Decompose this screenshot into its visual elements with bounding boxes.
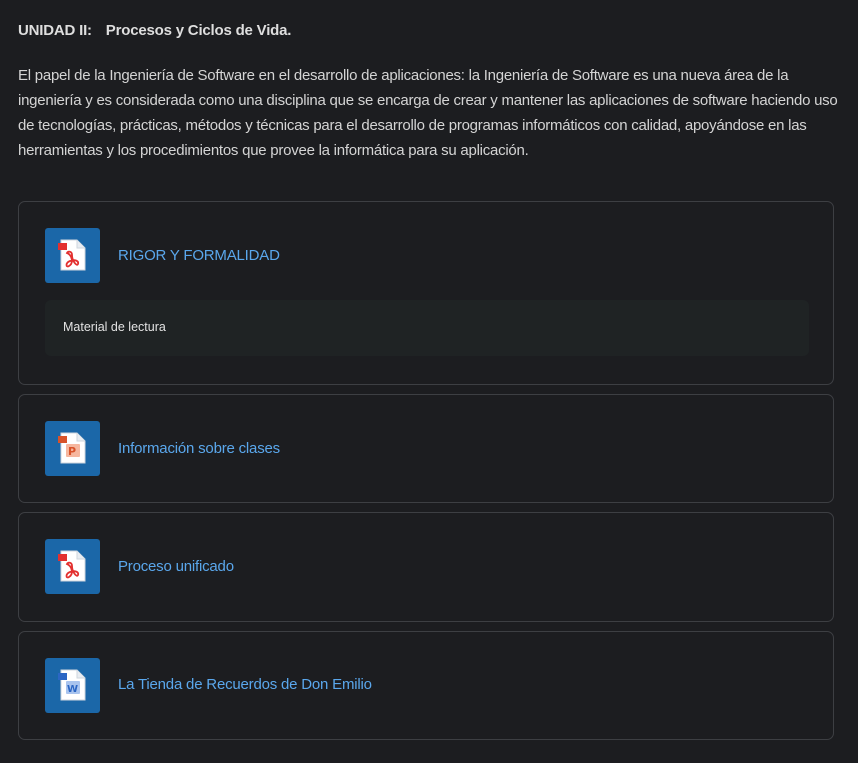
activity-description-text: Material de lectura bbox=[63, 320, 166, 334]
unit-title: Procesos y Ciclos de Vida. bbox=[105, 22, 292, 39]
activity-card: RIGOR Y FORMALIDAD Material de lectura bbox=[18, 201, 834, 385]
section-title: UNIDAD II: Procesos y Ciclos de Vida. bbox=[18, 22, 291, 39]
pdf-file-icon[interactable] bbox=[45, 539, 100, 594]
word-file-icon[interactable]: W bbox=[45, 658, 100, 713]
svg-text:W: W bbox=[67, 684, 78, 695]
activity-description: Material de lectura bbox=[45, 300, 809, 356]
unit-label: UNIDAD II: bbox=[18, 22, 92, 39]
activity-link[interactable]: La Tienda de Recuerdos de Don Emilio bbox=[118, 676, 372, 693]
activity-card: W La Tienda de Recuerdos de Don Emilio bbox=[18, 631, 834, 740]
activity-card: Proceso unificado bbox=[18, 512, 834, 622]
svg-text:P: P bbox=[68, 445, 76, 458]
activity-link[interactable]: RIGOR Y FORMALIDAD bbox=[118, 247, 280, 264]
activity-card: P Información sobre clases bbox=[18, 394, 834, 503]
activity-link[interactable]: Proceso unificado bbox=[118, 558, 234, 575]
section-summary: El papel de la Ingeniería de Software en… bbox=[18, 67, 838, 159]
activity-link[interactable]: Información sobre clases bbox=[118, 440, 280, 457]
powerpoint-file-icon[interactable]: P bbox=[45, 421, 100, 476]
pdf-file-icon[interactable] bbox=[45, 228, 100, 283]
